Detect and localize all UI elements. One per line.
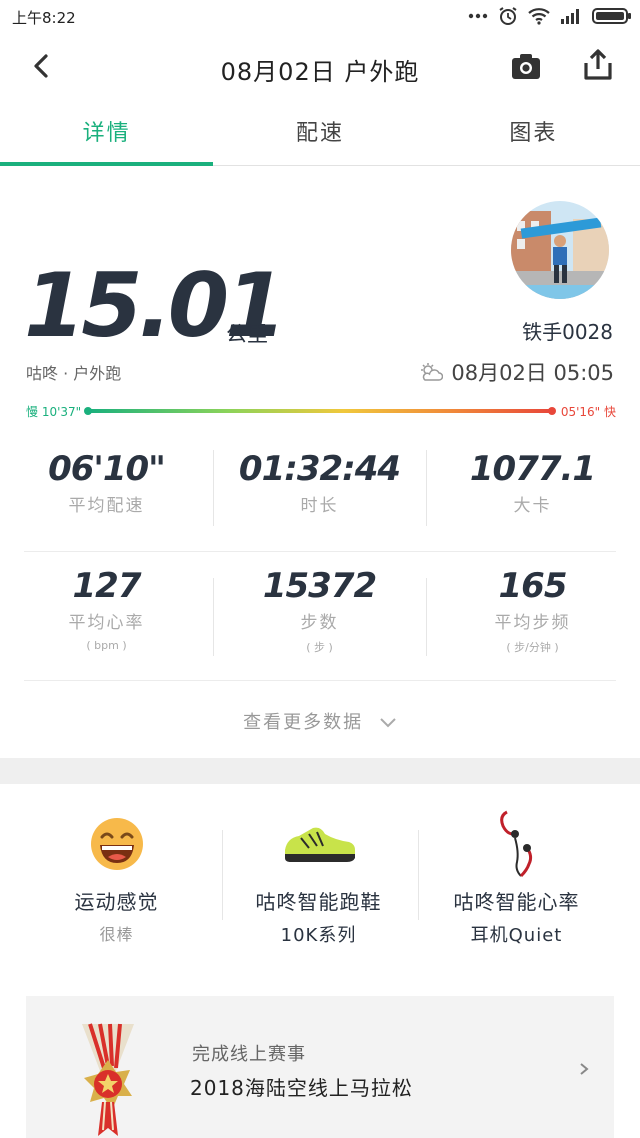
event-label: 完成线上赛事: [192, 1044, 306, 1065]
more-dots-icon: [468, 13, 488, 19]
pace-fast-label: 05'16" 快: [560, 405, 616, 419]
tab-pace[interactable]: 配速: [213, 104, 426, 165]
stat-label: 平均步频: [494, 613, 571, 633]
stat-value: 06'10": [48, 449, 166, 489]
pace-slow-dot: [84, 407, 92, 415]
stat-label: 时长: [300, 496, 339, 516]
stat-avg-pace: 06'10" 平均配速: [0, 449, 213, 516]
running-shoe-icon: [284, 827, 355, 862]
stat-label: 步数: [300, 613, 339, 633]
tab-charts[interactable]: 图表: [427, 104, 640, 165]
online-event-card[interactable]: 完成线上赛事 2018海陆空线上马拉松: [26, 996, 614, 1138]
stat-value: 165: [498, 566, 568, 606]
tab-details[interactable]: 详情: [0, 104, 214, 166]
earphones-icon: [499, 810, 532, 878]
stat-label: 大卡: [513, 496, 552, 516]
smart-shoes-item[interactable]: 咕咚智能跑鞋 10K系列: [212, 808, 425, 947]
gear-title: 咕咚智能跑鞋: [255, 890, 382, 914]
pace-slow-label: 慢 10'37": [26, 405, 82, 419]
view-more-data-button[interactable]: 查看更多数据: [0, 708, 640, 734]
divider: [213, 578, 214, 656]
battery-icon: [592, 8, 631, 24]
medal-icon: [82, 1023, 134, 1136]
status-icons: [468, 4, 632, 28]
stat-unit: ( bpm ): [86, 639, 127, 652]
gear-subtitle: 很棒: [99, 925, 134, 944]
divider: [213, 450, 214, 526]
stat-label: 平均心率: [68, 613, 145, 633]
stat-value: 15372: [262, 566, 377, 606]
distance-unit: 公里: [226, 322, 268, 346]
avatar[interactable]: [511, 201, 609, 299]
tab-bar: 详情 配速 图表: [0, 104, 640, 166]
stat-duration: 01:32:44 时长: [213, 449, 426, 516]
camera-icon[interactable]: [510, 50, 542, 82]
stat-unit: ( 步/分钟 ): [506, 641, 559, 654]
heart-rate-earphones-item[interactable]: 咕咚智能心率 耳机Quiet: [410, 808, 623, 947]
username: 铁手0028: [522, 320, 613, 344]
weather-cloudy-icon: [421, 363, 444, 381]
signal-icon: [561, 9, 579, 24]
pace-range-bar: 慢 10'37" 05'16" 快: [26, 403, 616, 421]
event-name: 2018海陆空线上马拉松: [190, 1076, 413, 1100]
wifi-icon: [528, 8, 550, 25]
gear-subtitle: 耳机Quiet: [470, 925, 563, 946]
divider: [426, 450, 427, 526]
divider: [426, 578, 427, 656]
pace-gradient: [88, 409, 552, 413]
datetime-text: 08月02日 05:05: [451, 361, 614, 385]
divider: [24, 551, 616, 552]
activity-datetime: 08月02日 05:05: [419, 357, 614, 387]
stat-avg-cadence: 165 平均步频 ( 步/分钟 ): [426, 566, 639, 655]
gear-title: 咕咚智能心率: [453, 890, 580, 914]
page-title: 08月02日 户外跑: [220, 58, 420, 86]
alarm-icon: [499, 7, 517, 25]
status-bar: 上午8:22: [0, 0, 640, 32]
stat-unit: ( 步 ): [306, 641, 333, 654]
feeling-item[interactable]: 运动感觉 很棒: [10, 808, 223, 945]
status-time: 上午8:22: [12, 9, 76, 27]
stat-value: 127: [72, 566, 142, 606]
chevron-right-icon: [580, 1063, 589, 1075]
stat-label: 平均配速: [68, 496, 145, 516]
chevron-down-icon: [380, 718, 396, 728]
gear-title: 运动感觉: [74, 890, 159, 914]
stat-value: 01:32:44: [238, 449, 401, 489]
stat-steps: 15372 步数 ( 步 ): [213, 566, 426, 655]
gear-subtitle: 10K系列: [280, 925, 357, 946]
section-divider: [0, 758, 640, 784]
app-header: 08月02日 户外跑: [0, 32, 640, 102]
share-icon[interactable]: [582, 48, 614, 82]
stat-value: 1077.1: [469, 449, 596, 489]
pace-fast-dot: [548, 407, 556, 415]
view-more-label: 查看更多数据: [243, 712, 364, 733]
divider: [24, 680, 616, 681]
stat-calories: 1077.1 大卡: [426, 449, 639, 516]
activity-source: 咕咚 · 户外跑: [26, 364, 122, 383]
laughing-face-icon: [90, 818, 143, 870]
stat-avg-heart-rate: 127 平均心率 ( bpm ): [0, 566, 213, 652]
